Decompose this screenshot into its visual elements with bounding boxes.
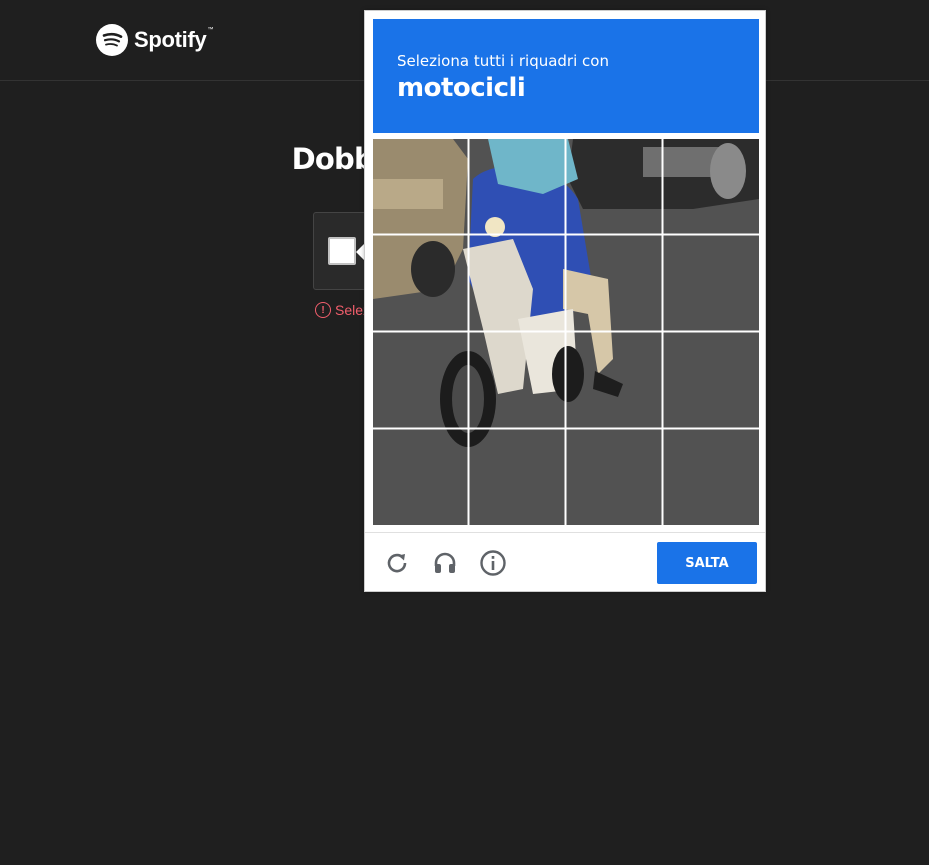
grid-tile-6[interactable] xyxy=(470,236,565,331)
grid-tile-8[interactable] xyxy=(664,236,759,331)
challenge-instruction: Seleziona tutti i riquadri con xyxy=(397,52,609,70)
challenge-footer-icons xyxy=(383,549,507,577)
error-message: ! Selez xyxy=(315,302,370,318)
footer-divider xyxy=(365,532,765,533)
grid-tile-16[interactable] xyxy=(664,430,759,525)
challenge-header: Seleziona tutti i riquadri con motocicli xyxy=(373,19,759,133)
spotify-icon xyxy=(96,24,128,56)
grid-tile-14[interactable] xyxy=(470,430,565,525)
grid-tile-9[interactable] xyxy=(373,333,468,428)
grid-tile-4[interactable] xyxy=(664,139,759,234)
grid-tile-1[interactable] xyxy=(373,139,468,234)
recaptcha-checkbox[interactable] xyxy=(328,237,356,265)
brand-name: Spotify™ xyxy=(134,27,214,52)
reload-icon[interactable] xyxy=(383,549,411,577)
headphones-icon[interactable] xyxy=(431,549,459,577)
grid-tile-10[interactable] xyxy=(470,333,565,428)
grid-tile-2[interactable] xyxy=(470,139,565,234)
grid-tile-7[interactable] xyxy=(567,236,662,331)
grid-tile-15[interactable] xyxy=(567,430,662,525)
info-icon[interactable] xyxy=(479,549,507,577)
grid-tile-13[interactable] xyxy=(373,430,468,525)
grid-tile-3[interactable] xyxy=(567,139,662,234)
skip-button[interactable]: SALTA xyxy=(657,542,757,584)
alert-icon: ! xyxy=(315,302,331,318)
challenge-target: motocicli xyxy=(397,73,526,103)
image-grid xyxy=(373,139,759,525)
grid-tile-12[interactable] xyxy=(664,333,759,428)
spotify-logo[interactable]: Spotify™ xyxy=(96,24,213,56)
grid-tile-5[interactable] xyxy=(373,236,468,331)
grid-tile-11[interactable] xyxy=(567,333,662,428)
captcha-challenge: Seleziona tutti i riquadri con motocicli xyxy=(364,10,766,592)
